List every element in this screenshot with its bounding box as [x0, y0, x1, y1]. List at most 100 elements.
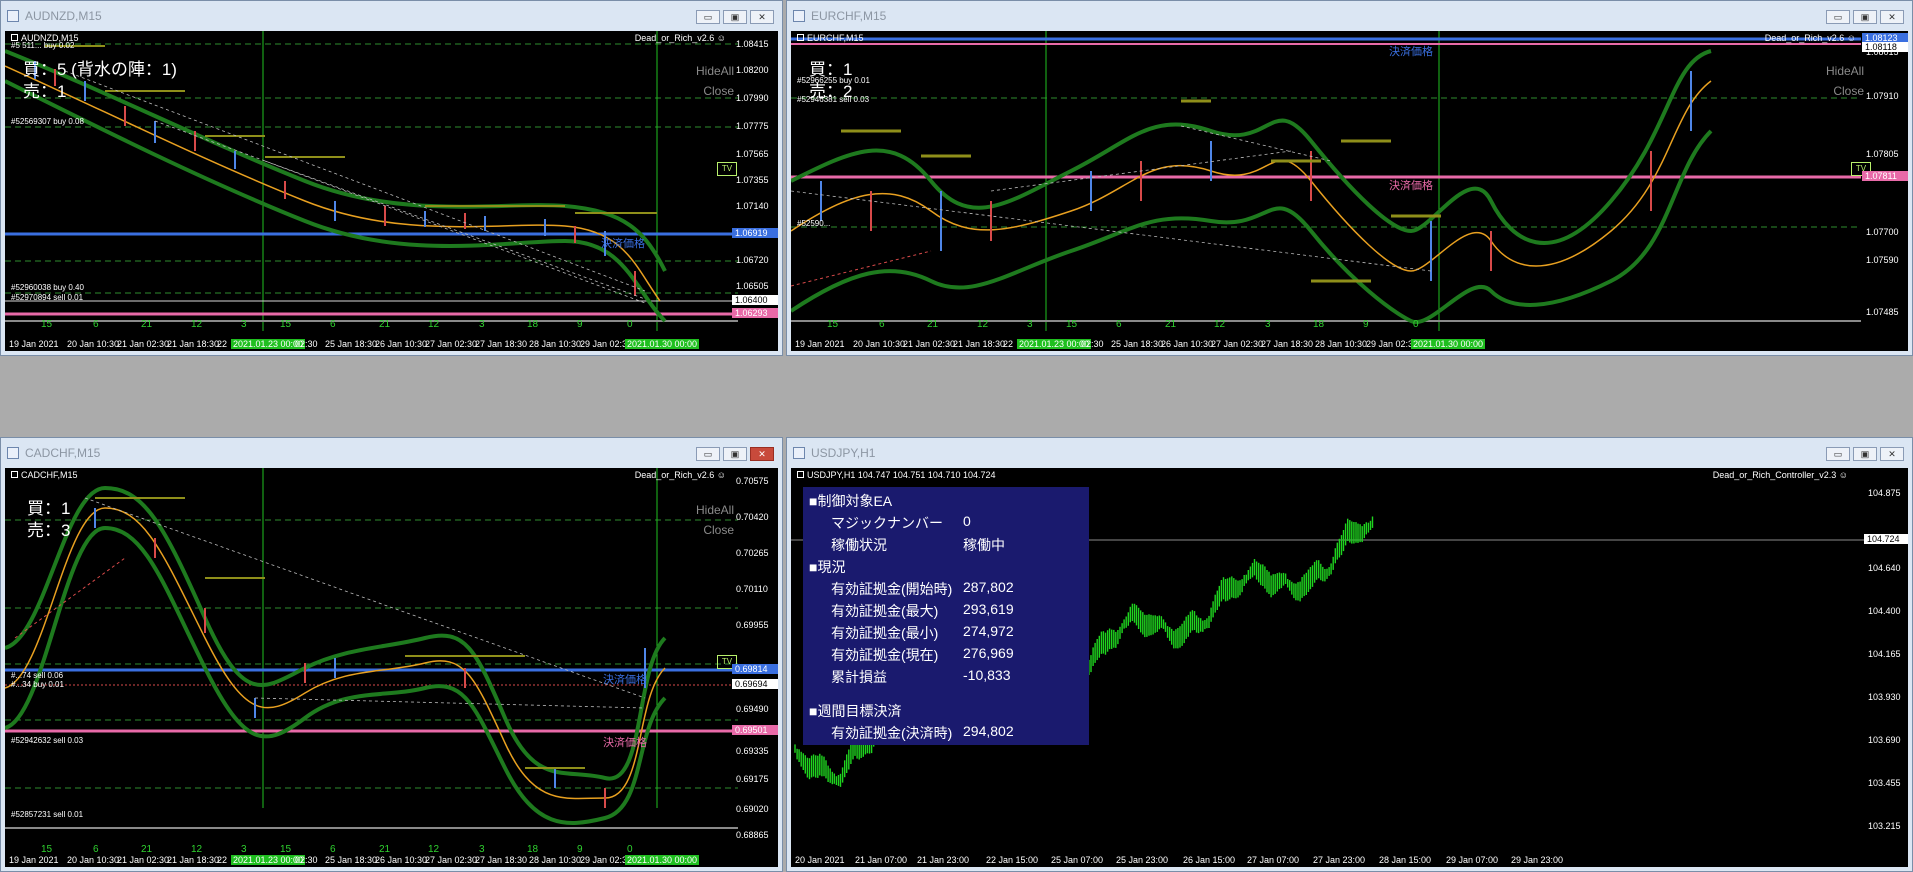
- minimize-button[interactable]: ▭: [696, 10, 720, 24]
- chart-window-audnzd[interactable]: AUDNZD,M15 ▭ ▣ ✕ AUDNZD,M15 Dead_or_Rich…: [0, 0, 783, 356]
- chart-window-icon: [7, 10, 19, 22]
- equity-now-value: 276,969: [963, 645, 1014, 661]
- price-chart[interactable]: CADCHF,M15 Dead_or_Rich_v2.6 ☺ 買：1 売：3 H…: [5, 468, 778, 867]
- equity-max-value: 293,619: [963, 601, 1014, 617]
- ea-label: Dead_or_Rich_Controller_v2.3 ☺: [1712, 470, 1848, 480]
- current-price-tag: 1.08118: [1862, 42, 1908, 52]
- chart-graphics: [5, 468, 738, 829]
- hide-all-controls[interactable]: HideAll Close: [696, 500, 734, 540]
- close-button[interactable]: ✕: [1880, 447, 1904, 461]
- order-label: #52966255 buy 0.01: [797, 76, 870, 85]
- maximize-button[interactable]: ▣: [723, 447, 747, 461]
- pink-price-tag: 1.07811: [1862, 171, 1908, 181]
- price-axis: 1.08415 1.08200 1.07990 1.07775 1.07565 …: [736, 39, 769, 291]
- pl-label: 累計損益: [831, 669, 887, 685]
- minimize-button[interactable]: ▭: [696, 447, 720, 461]
- pink-price-tag: 1.06293: [732, 308, 778, 318]
- close-button[interactable]: ✕: [750, 10, 774, 24]
- magic-label: マジックナンバー: [831, 515, 943, 531]
- window-title: CADCHF,M15: [25, 446, 101, 460]
- order-label: #52970894 sell 0.01: [11, 293, 84, 302]
- ea-label: Dead_or_Rich_v2.6 ☺: [634, 470, 726, 480]
- maximize-button[interactable]: ▣: [723, 10, 747, 24]
- close-button[interactable]: ✕: [1880, 10, 1904, 24]
- order-label: #5 511... buy 0.02: [11, 41, 75, 50]
- hide-all-button[interactable]: HideAll: [1826, 61, 1864, 81]
- order-label: #52942632 sell 0.03: [11, 736, 84, 745]
- pink-price-tag: 0.69501: [732, 725, 778, 735]
- status-label: 稼働状況: [831, 537, 887, 553]
- ea-label: Dead_or_Rich_v2.6 ☺: [1764, 33, 1856, 43]
- equity-start-value: 287,802: [963, 579, 1014, 595]
- magic-value: 0: [963, 513, 971, 529]
- blue-price-tag: 0.69814: [732, 664, 778, 674]
- symbol-label: CADCHF,M15: [11, 470, 78, 480]
- window-titlebar[interactable]: AUDNZD,M15: [1, 1, 782, 31]
- blue-price-tag: 1.06919: [732, 228, 778, 238]
- chart-window-eurchf[interactable]: EURCHF,M15 ▭ ▣ ✕ EURCHF,M15 Dead_or_Rich…: [786, 0, 1913, 356]
- maximize-button[interactable]: ▣: [1853, 447, 1877, 461]
- hide-all-button[interactable]: HideAll: [696, 61, 734, 81]
- section-heading: ■現況: [809, 559, 846, 575]
- window-title: AUDNZD,M15: [25, 9, 102, 23]
- order-label: #52857231 sell 0.01: [11, 810, 84, 819]
- price-axis: 0.70575 0.70420 0.70265 0.70110 0.69955 …: [736, 476, 769, 840]
- price-chart[interactable]: EURCHF,M15 Dead_or_Rich_v2.6 ☺ 買：1 売：2 H…: [791, 31, 1908, 351]
- status-value: 稼働中: [963, 537, 1005, 553]
- window-title: EURCHF,M15: [811, 9, 887, 23]
- pl-value: -10,833: [963, 667, 1011, 683]
- current-price-tag: 0.69694: [732, 679, 778, 689]
- chart-window-icon: [793, 10, 805, 22]
- order-label: #...74 sell 0.06: [11, 671, 64, 680]
- current-price-tag: 104.724: [1864, 534, 1908, 544]
- symbol-label: USDJPY,H1 104.747 104.751 104.710 104.72…: [797, 470, 996, 480]
- window-titlebar[interactable]: CADCHF,M15: [1, 438, 782, 468]
- close-button[interactable]: ✕: [750, 447, 774, 461]
- chart-window-icon: [7, 447, 19, 459]
- chart-window-usdjpy[interactable]: USDJPY,H1 ▭ ▣ ✕ USDJPY,H1 104.747 104.75…: [786, 437, 1913, 872]
- price-axis: 1.08015 1.07910 1.07805 1.07700 1.07590 …: [1866, 47, 1899, 317]
- chart-window-icon: [793, 447, 805, 459]
- order-label: #52946381 sell 0.03: [797, 95, 870, 104]
- window-titlebar[interactable]: EURCHF,M15: [787, 1, 1912, 31]
- minimize-button[interactable]: ▭: [1826, 447, 1850, 461]
- order-label: #52569307 buy 0.08: [11, 117, 84, 126]
- close-chart-button[interactable]: Close: [696, 81, 734, 101]
- equity-max-label: 有効証拠金(最大): [831, 603, 939, 619]
- close-chart-button[interactable]: Close: [696, 520, 734, 540]
- price-chart[interactable]: AUDNZD,M15 Dead_or_Rich_v2.6 ☺ 買：5 (背水の陣…: [5, 31, 778, 351]
- order-label: #...34 buy 0.01: [11, 680, 64, 689]
- controller-info-panel: ■制御対象EA マジックナンバー 0 稼働状況 稼働中 ■現況 有効証拠金(開始…: [803, 487, 1089, 699]
- order-label: #52590...: [797, 219, 831, 228]
- order-label: #52960038 buy 0.40: [11, 283, 84, 292]
- equity-min-value: 274,972: [963, 623, 1014, 639]
- equity-now-label: 有効証拠金(現在): [831, 647, 939, 663]
- maximize-button[interactable]: ▣: [1853, 10, 1877, 24]
- settle-price-label: 決済価格: [1389, 180, 1433, 192]
- current-price-tag: 1.06400: [732, 295, 778, 305]
- minimize-button[interactable]: ▭: [1826, 10, 1850, 24]
- settle-price-label: 決済価格: [603, 674, 647, 686]
- section-heading: ■週間目標決済: [809, 703, 902, 719]
- position-counts: 買：5 (背水の陣：1) 売：1: [23, 60, 177, 101]
- hide-all-controls[interactable]: HideAll Close: [1826, 61, 1864, 101]
- chart-window-cadchf[interactable]: CADCHF,M15 ▭ ▣ ✕ CADCHF,M15 Dead_or_Rich…: [0, 437, 783, 872]
- weekly-target-panel: ■週間目標決済 有効証拠金(決済時) 294,802: [803, 699, 1089, 745]
- settle-price-label: 決済価格: [1389, 46, 1433, 58]
- settle-price-label: 決済価格: [601, 238, 645, 250]
- settle-price-label: 決済価格: [603, 737, 647, 749]
- window-title: USDJPY,H1: [811, 446, 876, 460]
- price-chart[interactable]: USDJPY,H1 104.747 104.751 104.710 104.72…: [791, 468, 1908, 867]
- ea-label: Dead_or_Rich_v2.6 ☺: [634, 33, 726, 43]
- equity-settle-value: 294,802: [963, 723, 1014, 739]
- hide-all-button[interactable]: HideAll: [696, 500, 734, 520]
- hide-all-controls[interactable]: HideAll Close: [696, 61, 734, 101]
- close-chart-button[interactable]: Close: [1826, 81, 1864, 101]
- chart-graphics: [791, 31, 1861, 331]
- equity-settle-label: 有効証拠金(決済時): [831, 725, 953, 741]
- window-titlebar[interactable]: USDJPY,H1: [787, 438, 1912, 468]
- position-counts: 買：1 売：3: [27, 499, 71, 540]
- price-axis: 104.875 104.640 104.400 104.165 103.930 …: [1868, 488, 1901, 831]
- equity-min-label: 有効証拠金(最小): [831, 625, 939, 641]
- equity-start-label: 有効証拠金(開始時): [831, 581, 953, 597]
